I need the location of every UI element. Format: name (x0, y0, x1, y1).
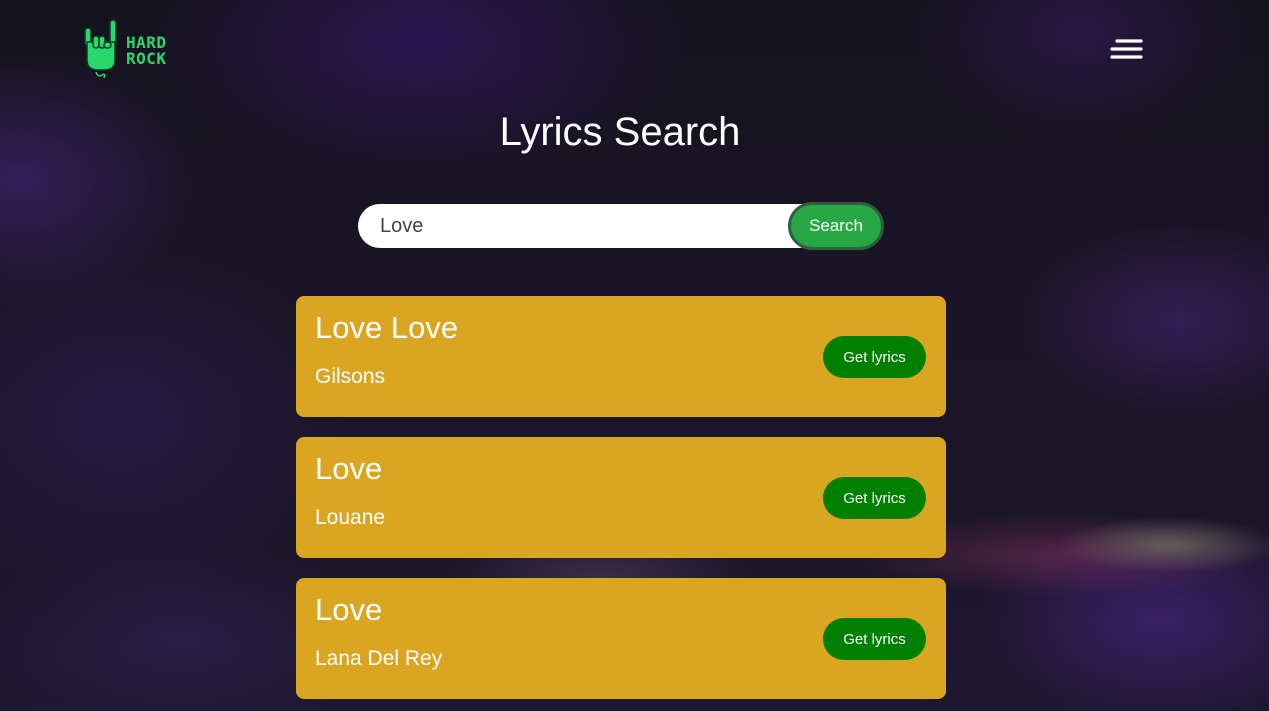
page-title: Lyrics Search (499, 110, 741, 154)
get-lyrics-button[interactable]: Get lyrics (823, 618, 926, 660)
hamburger-menu-icon (1110, 39, 1144, 66)
artist-name: Gilsons (315, 365, 386, 388)
rock-hand-icon (82, 18, 122, 83)
get-lyrics-button[interactable]: Get lyrics (823, 477, 926, 519)
results-list: Love Love Gilsons Get lyrics Love Louane… (296, 296, 946, 711)
search-input[interactable] (358, 204, 828, 248)
song-title: Love Love (315, 310, 459, 345)
song-title: Love (315, 592, 383, 627)
artist-name: Lana Del Rey (315, 647, 443, 670)
result-card: Love Lana Del Rey Get lyrics (296, 578, 946, 699)
logo-text: HARD ROCK (126, 34, 167, 68)
get-lyrics-button[interactable]: Get lyrics (823, 336, 926, 378)
artist-name: Louane (315, 506, 386, 529)
search-bar: Search (358, 202, 886, 250)
header: HARD ROCK (0, 0, 1269, 100)
logo-line-2: ROCK (126, 48, 167, 68)
result-card: Love Love Gilsons Get lyrics (296, 296, 946, 417)
search-button[interactable]: Search (788, 202, 884, 250)
song-title: Love (315, 451, 383, 486)
menu-button[interactable] (1110, 38, 1144, 62)
logo-link[interactable]: HARD ROCK (82, 18, 167, 83)
result-card: Love Louane Get lyrics (296, 437, 946, 558)
